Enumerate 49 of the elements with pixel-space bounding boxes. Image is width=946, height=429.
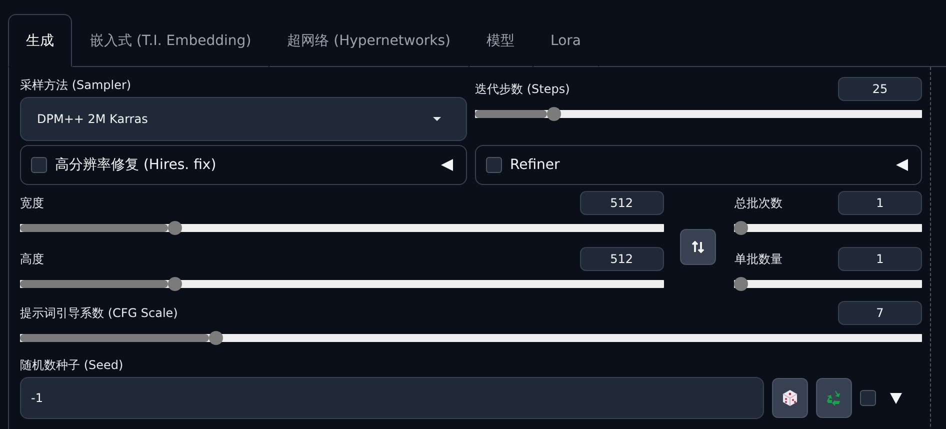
slider-thumb[interactable] — [734, 277, 748, 291]
number-input[interactable]: 512 — [580, 247, 664, 271]
checkbox[interactable] — [486, 157, 502, 173]
collapse-triangle-icon[interactable] — [895, 158, 909, 172]
number-input[interactable]: 1 — [838, 191, 922, 215]
steps-input[interactable]: 25 — [838, 77, 922, 101]
steps-slider[interactable] — [475, 107, 922, 121]
slider-label: 单批数量 — [734, 251, 782, 267]
cfg-input[interactable]: 7 — [838, 301, 922, 325]
slider-thumb[interactable] — [546, 107, 561, 121]
collapse-triangle-icon[interactable] — [440, 158, 454, 172]
number-input[interactable]: 1 — [838, 247, 922, 271]
accordion-header[interactable]: Refiner — [475, 145, 922, 185]
slider-label: 宽度 — [20, 195, 44, 211]
slider[interactable] — [734, 277, 922, 291]
slider-thumb[interactable] — [168, 277, 182, 291]
slider[interactable] — [20, 277, 664, 291]
slider[interactable] — [20, 221, 664, 235]
swap-arrows-icon — [690, 240, 705, 254]
slider-thumb[interactable] — [168, 221, 182, 235]
tab[interactable]: Lora — [532, 14, 599, 67]
random-seed-button[interactable] — [772, 378, 808, 418]
slider-thumb[interactable] — [734, 221, 748, 235]
checkbox[interactable] — [31, 157, 47, 173]
tab[interactable]: 生成 — [8, 14, 72, 67]
tab[interactable]: 嵌入式 (T.I. Embedding) — [72, 14, 270, 67]
cfg-label: 提示词引导系数 (CFG Scale) — [20, 305, 178, 321]
seed-label: 随机数种子 (Seed) — [20, 357, 124, 373]
accordion-label: Refiner — [510, 157, 561, 173]
slider-thumb[interactable] — [209, 331, 224, 345]
slider[interactable] — [734, 221, 922, 235]
slider-label: 总批次数 — [734, 195, 782, 211]
caret-icon — [432, 116, 442, 122]
expand-triangle-icon[interactable] — [890, 392, 902, 404]
steps-label: 迭代步数 (Steps) — [475, 81, 570, 97]
accordion-label: 高分辨率修复 (Hires. fix) — [55, 156, 218, 174]
tab[interactable]: 超网络 (Hypernetworks) — [269, 14, 469, 67]
reuse-seed-button[interactable] — [816, 378, 852, 418]
dice-icon — [780, 388, 800, 408]
sampler-dropdown[interactable]: DPM++ 2M Karras — [20, 97, 467, 141]
extra-seed-checkbox[interactable] — [860, 390, 876, 406]
swap-button[interactable] — [680, 229, 716, 265]
number-input[interactable]: 512 — [580, 191, 664, 215]
slider-label: 高度 — [20, 251, 44, 267]
cfg-slider[interactable] — [20, 331, 922, 345]
seed-input[interactable]: -1 — [20, 377, 764, 419]
tab[interactable]: 模型 — [468, 14, 533, 67]
accordion-header[interactable]: 高分辨率修复 (Hires. fix) — [20, 145, 467, 185]
sampler-label: 采样方法 (Sampler) — [20, 77, 132, 93]
